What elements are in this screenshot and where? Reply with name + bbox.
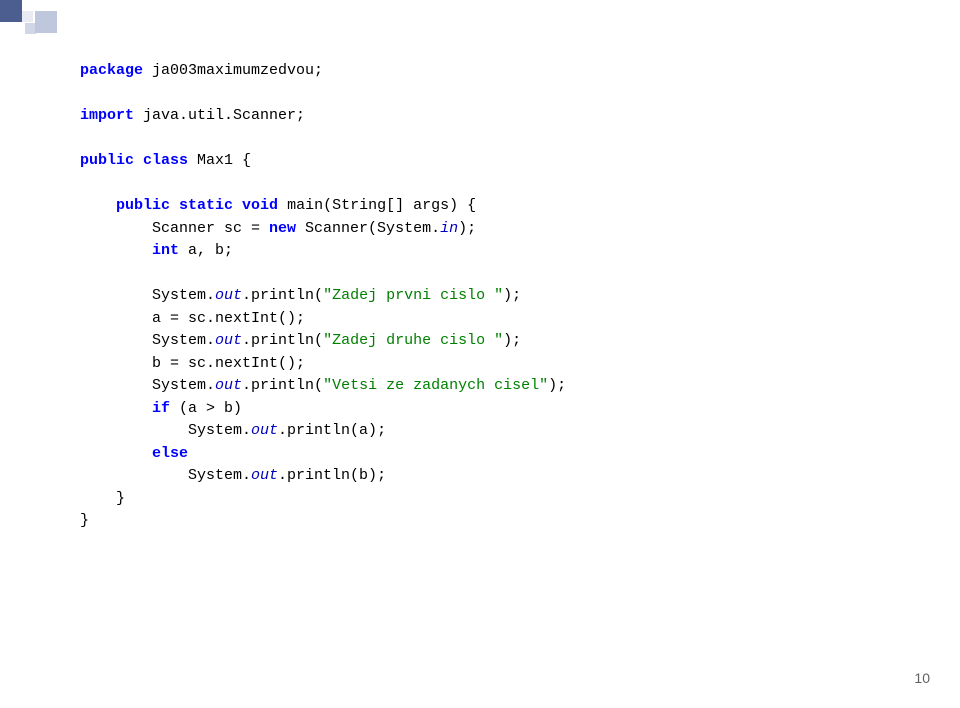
code-text: .println( — [242, 332, 323, 349]
keyword-public: public — [116, 197, 170, 214]
code-text: Scanner(System. — [296, 220, 440, 237]
code-text: b = sc.nextInt(); — [80, 355, 305, 372]
string-literal: "Vetsi ze zadanych cisel" — [323, 377, 548, 394]
keyword-public: public — [80, 152, 134, 169]
code-text: System. — [80, 377, 215, 394]
class-name: Max1 { — [188, 152, 251, 169]
code-text: ); — [548, 377, 566, 394]
code-text: System. — [80, 332, 215, 349]
field-out: out — [215, 377, 242, 394]
code-text: .println( — [242, 287, 323, 304]
keyword-class: class — [134, 152, 188, 169]
keyword-if: if — [152, 400, 170, 417]
field-in: in — [440, 220, 458, 237]
code-text: .println( — [242, 377, 323, 394]
keyword-package: package — [80, 62, 143, 79]
decoration-square-light — [22, 11, 33, 22]
field-out: out — [215, 287, 242, 304]
code-text: Scanner sc = — [80, 220, 269, 237]
indent — [80, 197, 116, 214]
keyword-new: new — [269, 220, 296, 237]
code-text: .println(a); — [278, 422, 386, 439]
close-brace: } — [80, 490, 125, 507]
field-out: out — [251, 467, 278, 484]
keyword-void: void — [233, 197, 278, 214]
field-out: out — [251, 422, 278, 439]
page-number: 10 — [914, 670, 930, 686]
close-brace: } — [80, 512, 89, 529]
keyword-static: static — [170, 197, 233, 214]
code-text: a, b; — [179, 242, 233, 259]
indent — [80, 242, 152, 259]
code-text: ); — [503, 332, 521, 349]
code-text: System. — [80, 287, 215, 304]
code-text: ); — [458, 220, 476, 237]
field-out: out — [215, 332, 242, 349]
string-literal: "Zadej prvni cislo " — [323, 287, 503, 304]
import-path: java.util.Scanner; — [134, 107, 305, 124]
decoration-square-dark — [0, 0, 22, 22]
code-text: ); — [503, 287, 521, 304]
code-text: System. — [80, 422, 251, 439]
code-text: System. — [80, 467, 251, 484]
code-block: package ja003maximumzedvou; import java.… — [80, 60, 566, 533]
indent — [80, 400, 152, 417]
code-text: a = sc.nextInt(); — [80, 310, 305, 327]
indent — [80, 445, 152, 462]
string-literal: "Zadej druhe cislo " — [323, 332, 503, 349]
keyword-int: int — [152, 242, 179, 259]
code-text: .println(b); — [278, 467, 386, 484]
code-text: (a > b) — [170, 400, 242, 417]
keyword-import: import — [80, 107, 134, 124]
package-name: ja003maximumzedvou; — [143, 62, 323, 79]
method-sig: main(String[] args) { — [278, 197, 476, 214]
slide-decoration — [0, 0, 57, 34]
decoration-square-grey — [35, 11, 57, 33]
keyword-else: else — [152, 445, 188, 462]
